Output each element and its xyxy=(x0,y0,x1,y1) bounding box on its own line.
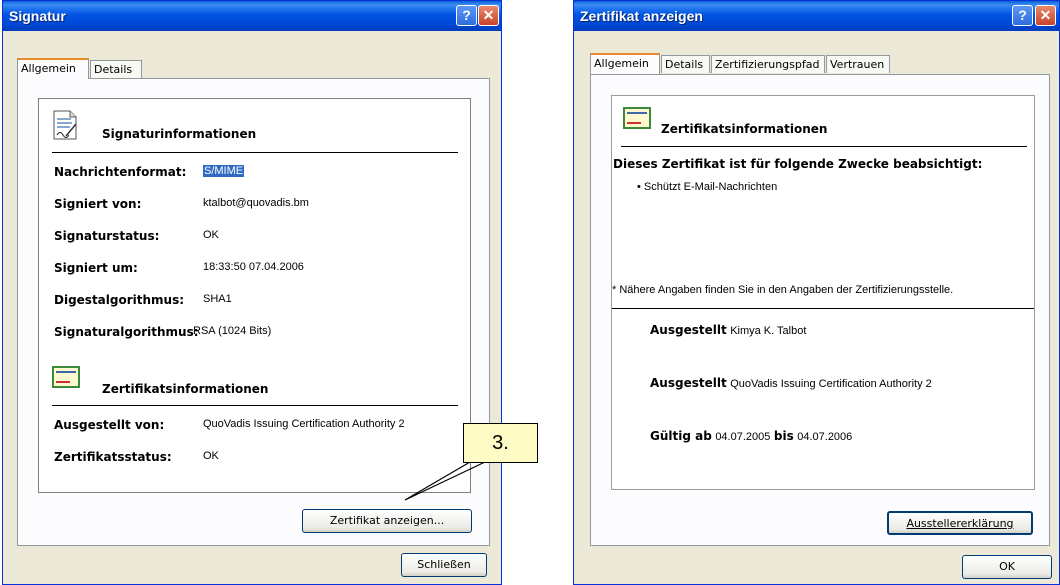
field-label: Nachrichtenformat: xyxy=(54,165,187,179)
issued-by-row: Ausgestellt QuoVadis Issuing Certificati… xyxy=(650,376,932,390)
tab-allgemein[interactable]: Allgemein xyxy=(590,53,660,74)
signature-document-icon xyxy=(53,110,77,140)
field-label: Digestalgorithmus: xyxy=(54,293,185,307)
divider xyxy=(52,405,458,406)
close-button[interactable]: Schließen xyxy=(401,553,487,577)
purpose-item: • Schützt E-Mail-Nachrichten xyxy=(637,181,778,193)
field-label: Signaturalgorithmus: xyxy=(54,325,199,339)
valid-from-label: Gültig ab xyxy=(650,429,712,443)
info-panel: Signaturinformationen Nachrichtenformat:… xyxy=(38,98,471,493)
field-value[interactable]: 18:33:50 07.04.2006 xyxy=(203,261,304,273)
field-label: Signiert um: xyxy=(54,261,138,275)
issued-by-value[interactable]: QuoVadis Issuing Certification Authority… xyxy=(730,378,932,390)
tab-allgemein[interactable]: Allgemein xyxy=(17,58,89,79)
valid-to-label: bis xyxy=(773,429,794,443)
close-window-button[interactable]: ✕ xyxy=(478,5,499,26)
field-value[interactable]: QuoVadis Issuing Certification Authority… xyxy=(203,418,405,430)
divider xyxy=(612,308,1034,309)
field-value[interactable]: S/MIME xyxy=(203,165,245,177)
issuer-statement-label: Ausstellererklärung xyxy=(906,517,1014,530)
tab-details[interactable]: Details xyxy=(90,60,142,78)
footnote: * Nähere Angaben finden Sie in den Angab… xyxy=(612,284,954,296)
ok-button[interactable]: OK xyxy=(962,555,1052,579)
issued-to-row: Ausgestellt Kimya K. Talbot xyxy=(650,323,806,337)
purpose-text: Schützt E-Mail-Nachrichten xyxy=(643,181,778,193)
tab-strip: Allgemein Details xyxy=(17,58,487,79)
field-value[interactable]: OK xyxy=(203,450,219,462)
tab-panel: Zertifikatsinformationen Dieses Zertifik… xyxy=(590,74,1050,546)
window-title: Signatur xyxy=(9,8,66,24)
close-window-button[interactable]: ✕ xyxy=(1035,5,1056,26)
field-value[interactable]: ktalbot@quovadis.bm xyxy=(203,197,309,209)
field-label: Signiert von: xyxy=(54,197,142,211)
view-certificate-label: Zertifikat anzeigen... xyxy=(329,514,445,527)
help-button[interactable]: ? xyxy=(1012,5,1033,26)
certificate-icon xyxy=(52,366,80,388)
window-title: Zertifikat anzeigen xyxy=(580,8,703,24)
zertifikat-dialog: Zertifikat anzeigen ? ✕ Allgemein Detail… xyxy=(573,0,1060,585)
field-value[interactable]: SHA1 xyxy=(203,293,232,305)
tab-strip: Allgemein Details Zertifizierungspfad Ve… xyxy=(590,53,1050,74)
help-button[interactable]: ? xyxy=(456,5,477,26)
ok-button-label: OK xyxy=(999,560,1015,573)
section-signaturinformationen: Signaturinformationen xyxy=(102,127,257,141)
validity-row: Gültig ab 04.07.2005 bis 04.07.2006 xyxy=(650,429,852,443)
field-value[interactable]: OK xyxy=(203,229,219,241)
issued-to-value[interactable]: Kimya K. Talbot xyxy=(730,325,806,337)
signatur-titlebar[interactable]: Signatur ? ✕ xyxy=(3,1,501,31)
view-certificate-button[interactable]: Zertifikat anzeigen... xyxy=(302,509,472,533)
issuer-statement-button[interactable]: Ausstellererklärung xyxy=(887,511,1033,535)
section-zertifikatsinformationen: Zertifikatsinformationen xyxy=(102,382,269,396)
issued-by-label: Ausgestellt xyxy=(650,376,727,390)
tab-vertrauen[interactable]: Vertrauen xyxy=(826,55,890,73)
valid-from-value[interactable]: 04.07.2005 xyxy=(715,431,770,443)
field-label: Signaturstatus: xyxy=(54,229,160,243)
certificate-icon xyxy=(623,107,651,129)
field-label: Ausgestellt von: xyxy=(54,418,165,432)
section-zertifikatsinformationen: Zertifikatsinformationen xyxy=(661,122,828,136)
divider xyxy=(52,152,458,153)
step-callout: 3. xyxy=(463,423,538,463)
tab-zertifizierungspfad[interactable]: Zertifizierungspfad xyxy=(711,55,825,73)
purpose-heading: Dieses Zertifikat ist für folgende Zweck… xyxy=(613,157,983,171)
field-label: Zertifikatsstatus: xyxy=(54,450,172,464)
info-panel: Zertifikatsinformationen Dieses Zertifik… xyxy=(611,95,1035,490)
tab-details[interactable]: Details xyxy=(661,55,710,73)
field-value[interactable]: RSA (1024 Bits) xyxy=(193,325,271,337)
valid-to-value[interactable]: 04.07.2006 xyxy=(797,431,852,443)
issued-to-label: Ausgestellt xyxy=(650,323,727,337)
zertifikat-titlebar[interactable]: Zertifikat anzeigen ? ✕ xyxy=(574,1,1059,31)
close-button-label: Schließen xyxy=(417,558,471,571)
divider xyxy=(621,146,1027,147)
